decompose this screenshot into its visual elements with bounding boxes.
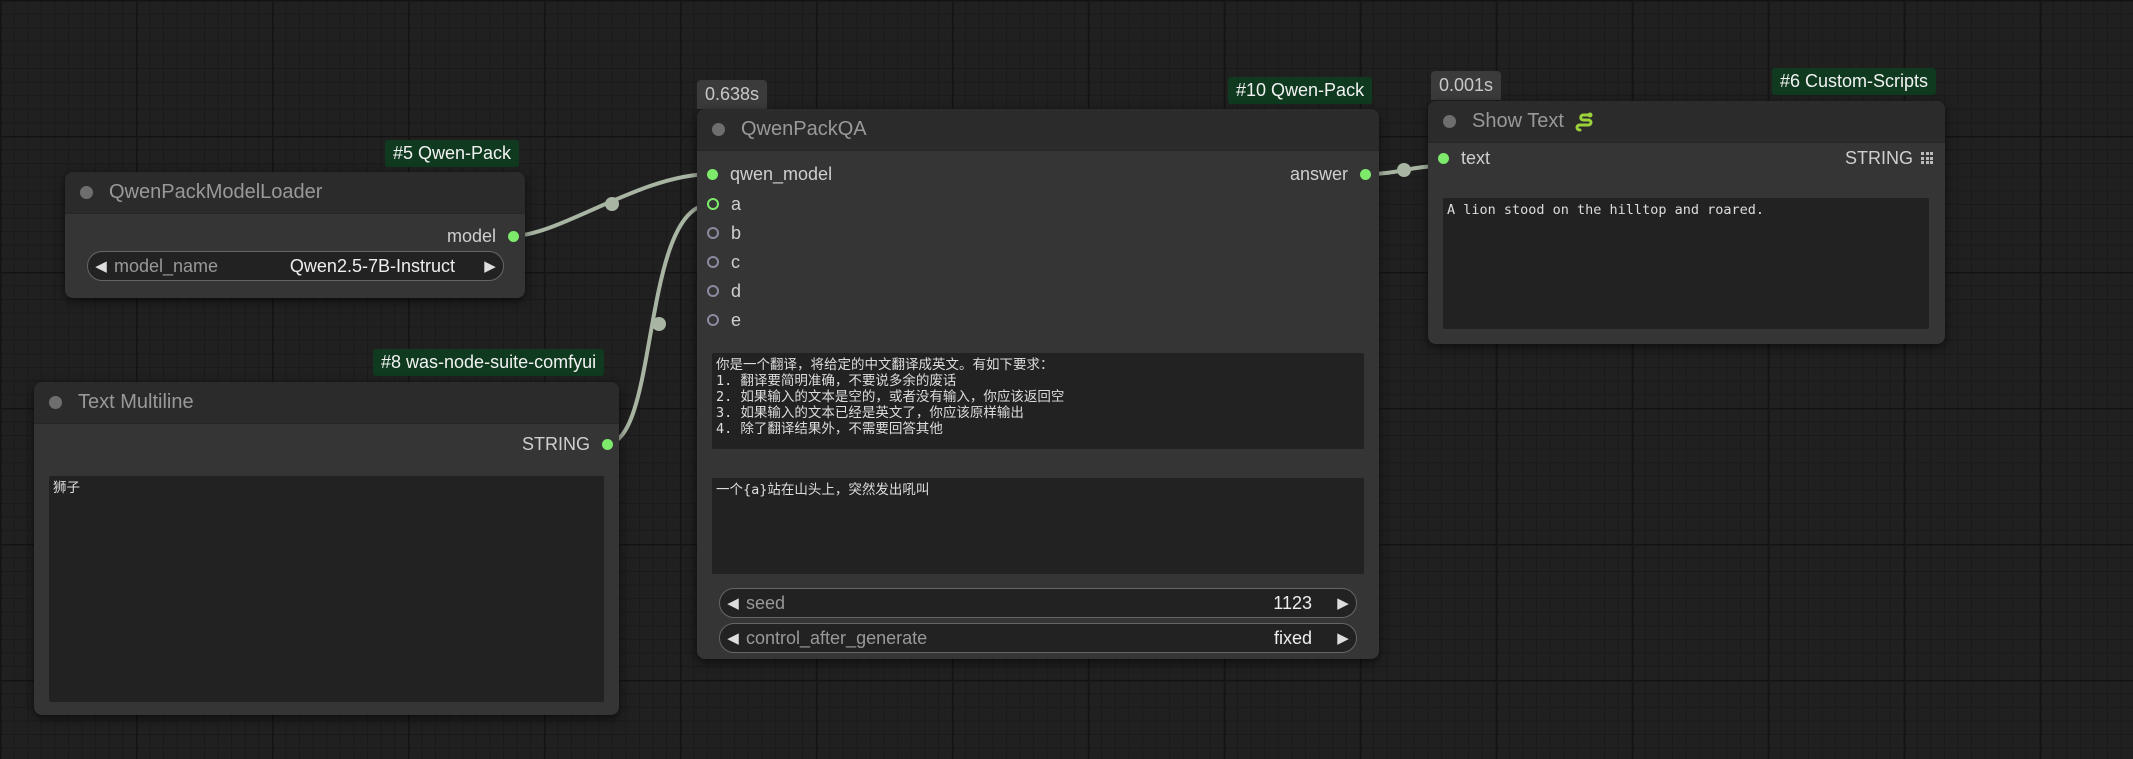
input-label: text (1461, 147, 1491, 168)
node-badge-multiline: #8 was-node-suite-comfyui (373, 349, 605, 376)
input-slot-b[interactable]: b (707, 221, 741, 245)
input-label: c (731, 251, 740, 272)
increment-arrow-icon[interactable]: ▶ (1330, 594, 1356, 612)
output-connector[interactable] (508, 230, 519, 242)
system-prompt-input[interactable]: 你是一个翻译，将给定的中文翻译成英文。有如下要求： 1. 翻译要简明准确，不要说… (712, 353, 1364, 449)
decrement-arrow-icon[interactable]: ◀ (720, 594, 746, 612)
grid-icon (1921, 152, 1933, 164)
output-label: STRING (521, 433, 590, 454)
link-midpoint-model (605, 197, 619, 211)
multiline-text-input[interactable]: 狮子 (49, 476, 604, 702)
execution-time: 0.001s (1431, 71, 1502, 100)
node-title-bar[interactable]: Show Text (1428, 101, 1945, 143)
input-label: qwen_model (730, 163, 833, 184)
widget-label: seed (746, 592, 786, 613)
input-connector[interactable] (707, 285, 719, 297)
link-model-to-qwen-model (511, 172, 713, 238)
widget-value: fixed (1273, 627, 1312, 648)
node-title: Show Text (1472, 110, 1564, 132)
decrement-arrow-icon[interactable]: ◀ (88, 257, 114, 275)
widget-label: control_after_generate (746, 627, 928, 648)
output-label: model (446, 225, 496, 246)
decrement-arrow-icon[interactable]: ◀ (720, 629, 746, 647)
increment-arrow-icon[interactable]: ▶ (477, 257, 503, 275)
node-badge-qa: #10 Qwen-Pack (1228, 77, 1373, 104)
control-after-generate-combo[interactable]: ◀ control_after_generate fixed ▶ (719, 623, 1357, 653)
output-slot-string[interactable]: STRING (522, 432, 613, 456)
node-text-multiline[interactable]: Text Multiline STRING 狮子 (34, 382, 619, 715)
input-slot-e[interactable]: e (707, 308, 741, 332)
widget-value: Qwen2.5-7B-Instruct (289, 255, 455, 276)
input-type: STRING (1844, 147, 1913, 168)
input-slot-a[interactable]: a (707, 192, 741, 216)
input-label: e (731, 309, 742, 330)
node-show-text[interactable]: Show Text text STRING A lion stood on th… (1428, 101, 1945, 344)
input-connector[interactable] (707, 256, 719, 268)
increment-arrow-icon[interactable]: ▶ (1330, 629, 1356, 647)
collapse-toggle[interactable] (712, 123, 725, 136)
input-slot-c[interactable]: c (707, 250, 740, 274)
widget-label: model_name (114, 255, 219, 276)
node-title-bar[interactable]: QwenPackQA (697, 109, 1379, 151)
node-badge-show: #6 Custom-Scripts (1772, 68, 1937, 95)
node-title: QwenPackModelLoader (109, 181, 323, 203)
output-slot-answer[interactable]: answer (1290, 162, 1371, 186)
execution-time: 0.638s (697, 80, 768, 109)
show-text-output[interactable]: A lion stood on the hilltop and roared. (1443, 198, 1929, 329)
user-prompt-input[interactable]: 一个{a}站在山头上，突然发出吼叫 (712, 478, 1364, 574)
input-connector[interactable] (707, 198, 719, 210)
output-slot-model[interactable]: model (447, 224, 519, 248)
input-connector[interactable] (707, 168, 718, 180)
input-label: b (731, 222, 742, 243)
node-title: Text Multiline (78, 391, 194, 413)
node-graph-canvas[interactable]: #5 Qwen-Pack QwenPackModelLoader model ◀… (0, 0, 2133, 759)
widget-value: 1123 (1273, 592, 1312, 613)
input-label: d (731, 280, 742, 301)
output-connector[interactable] (602, 438, 613, 450)
link-midpoint-answer (1397, 163, 1411, 177)
seed-number-widget[interactable]: ◀ seed 1123 ▶ (719, 588, 1357, 618)
link-midpoint-string (652, 317, 666, 331)
input-label: a (731, 193, 742, 214)
node-title-bar[interactable]: QwenPackModelLoader (65, 172, 525, 214)
input-slot-text[interactable]: text (1438, 146, 1490, 170)
collapse-toggle[interactable] (80, 186, 93, 199)
model-name-combo[interactable]: ◀ model_name Qwen2.5-7B-Instruct ▶ (87, 251, 504, 281)
input-connector[interactable] (707, 314, 719, 326)
input-slot-qwen-model[interactable]: qwen_model (707, 162, 832, 186)
output-connector[interactable] (1360, 168, 1371, 180)
node-title-bar[interactable]: Text Multiline (34, 382, 619, 424)
node-badge-loader: #5 Qwen-Pack (385, 140, 520, 167)
input-connector[interactable] (707, 227, 719, 239)
node-qwen-pack-qa[interactable]: QwenPackQA qwen_model a b c d e answer 你… (697, 109, 1379, 659)
output-label: answer (1289, 163, 1348, 184)
input-slot-d[interactable]: d (707, 279, 741, 303)
snake-icon (1574, 111, 1596, 133)
node-title: QwenPackQA (741, 118, 867, 140)
collapse-toggle[interactable] (49, 396, 62, 409)
node-qwen-pack-model-loader[interactable]: QwenPackModelLoader model ◀ model_name Q… (65, 172, 525, 298)
collapse-toggle[interactable] (1443, 115, 1456, 128)
input-type-label: STRING (1845, 146, 1933, 170)
input-connector[interactable] (1438, 152, 1449, 164)
